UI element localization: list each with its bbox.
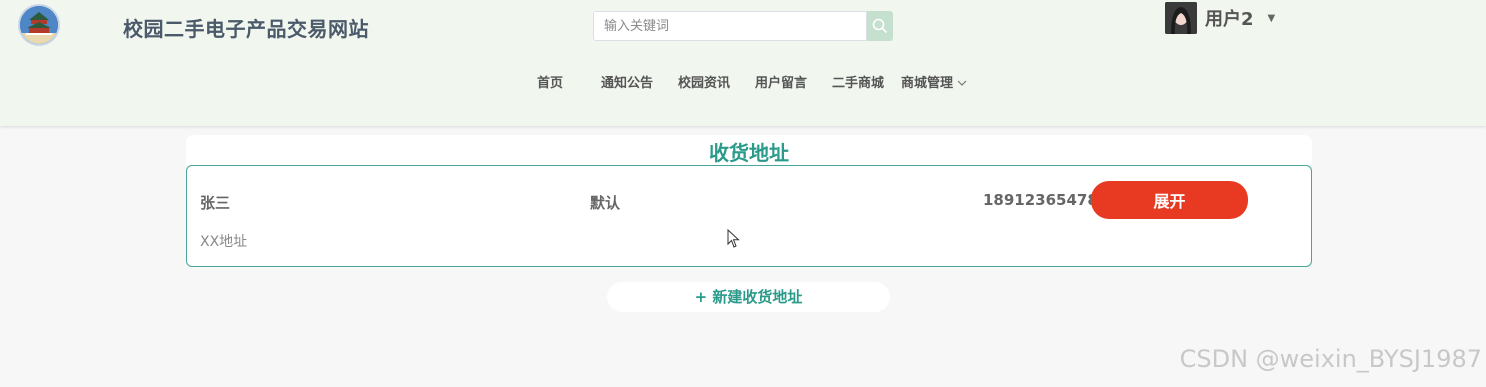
address-recipient-name: 张三	[200, 194, 231, 212]
nav-item-notices[interactable]: 通知公告	[601, 72, 653, 91]
watermark: CSDN @weixin_BYSJ1987	[1179, 345, 1482, 373]
address-card: 张三 默认 18912365478 展开 XX地址	[186, 165, 1312, 267]
nav-item-mall-management[interactable]: 商城管理	[901, 72, 967, 91]
search-box	[593, 11, 893, 41]
search-icon	[872, 18, 888, 34]
site-logo-icon[interactable]	[20, 6, 58, 44]
nav-item-home[interactable]: 首页	[537, 72, 563, 91]
search-button[interactable]	[867, 11, 893, 41]
avatar	[1165, 2, 1197, 34]
nav-item-secondhand-mall[interactable]: 二手商城	[832, 72, 884, 91]
chevron-down-icon	[957, 79, 967, 90]
address-detail: XX地址	[200, 234, 248, 250]
address-default-badge: 默认	[590, 194, 621, 212]
expand-button[interactable]: 展开	[1091, 181, 1248, 219]
user-menu[interactable]: 用户2 ▼	[1165, 0, 1275, 36]
search-input[interactable]	[593, 11, 867, 41]
main-nav: 首页 通知公告 校园资讯 用户留言 二手商城 商城管理	[0, 72, 1486, 92]
nav-item-campus-news[interactable]: 校园资讯	[678, 72, 730, 91]
nav-item-messages[interactable]: 用户留言	[755, 72, 807, 91]
nav-item-mall-management-label: 商城管理	[901, 76, 954, 91]
caret-down-icon[interactable]: ▼	[1268, 13, 1276, 24]
page-title: 收货地址	[709, 141, 789, 165]
site-title: 校园二手电子产品交易网站	[123, 17, 369, 41]
mouse-cursor-icon	[727, 229, 740, 248]
site-header: 校园二手电子产品交易网站 用户2 ▼ 首页 通知公告 校园资讯 用户留言 二手商…	[0, 0, 1486, 126]
address-phone: 18912365478	[983, 191, 1098, 209]
new-address-button[interactable]: + 新建收货地址	[607, 282, 890, 312]
username[interactable]: 用户2	[1205, 5, 1254, 31]
page-title-bar: 收货地址	[186, 135, 1312, 165]
